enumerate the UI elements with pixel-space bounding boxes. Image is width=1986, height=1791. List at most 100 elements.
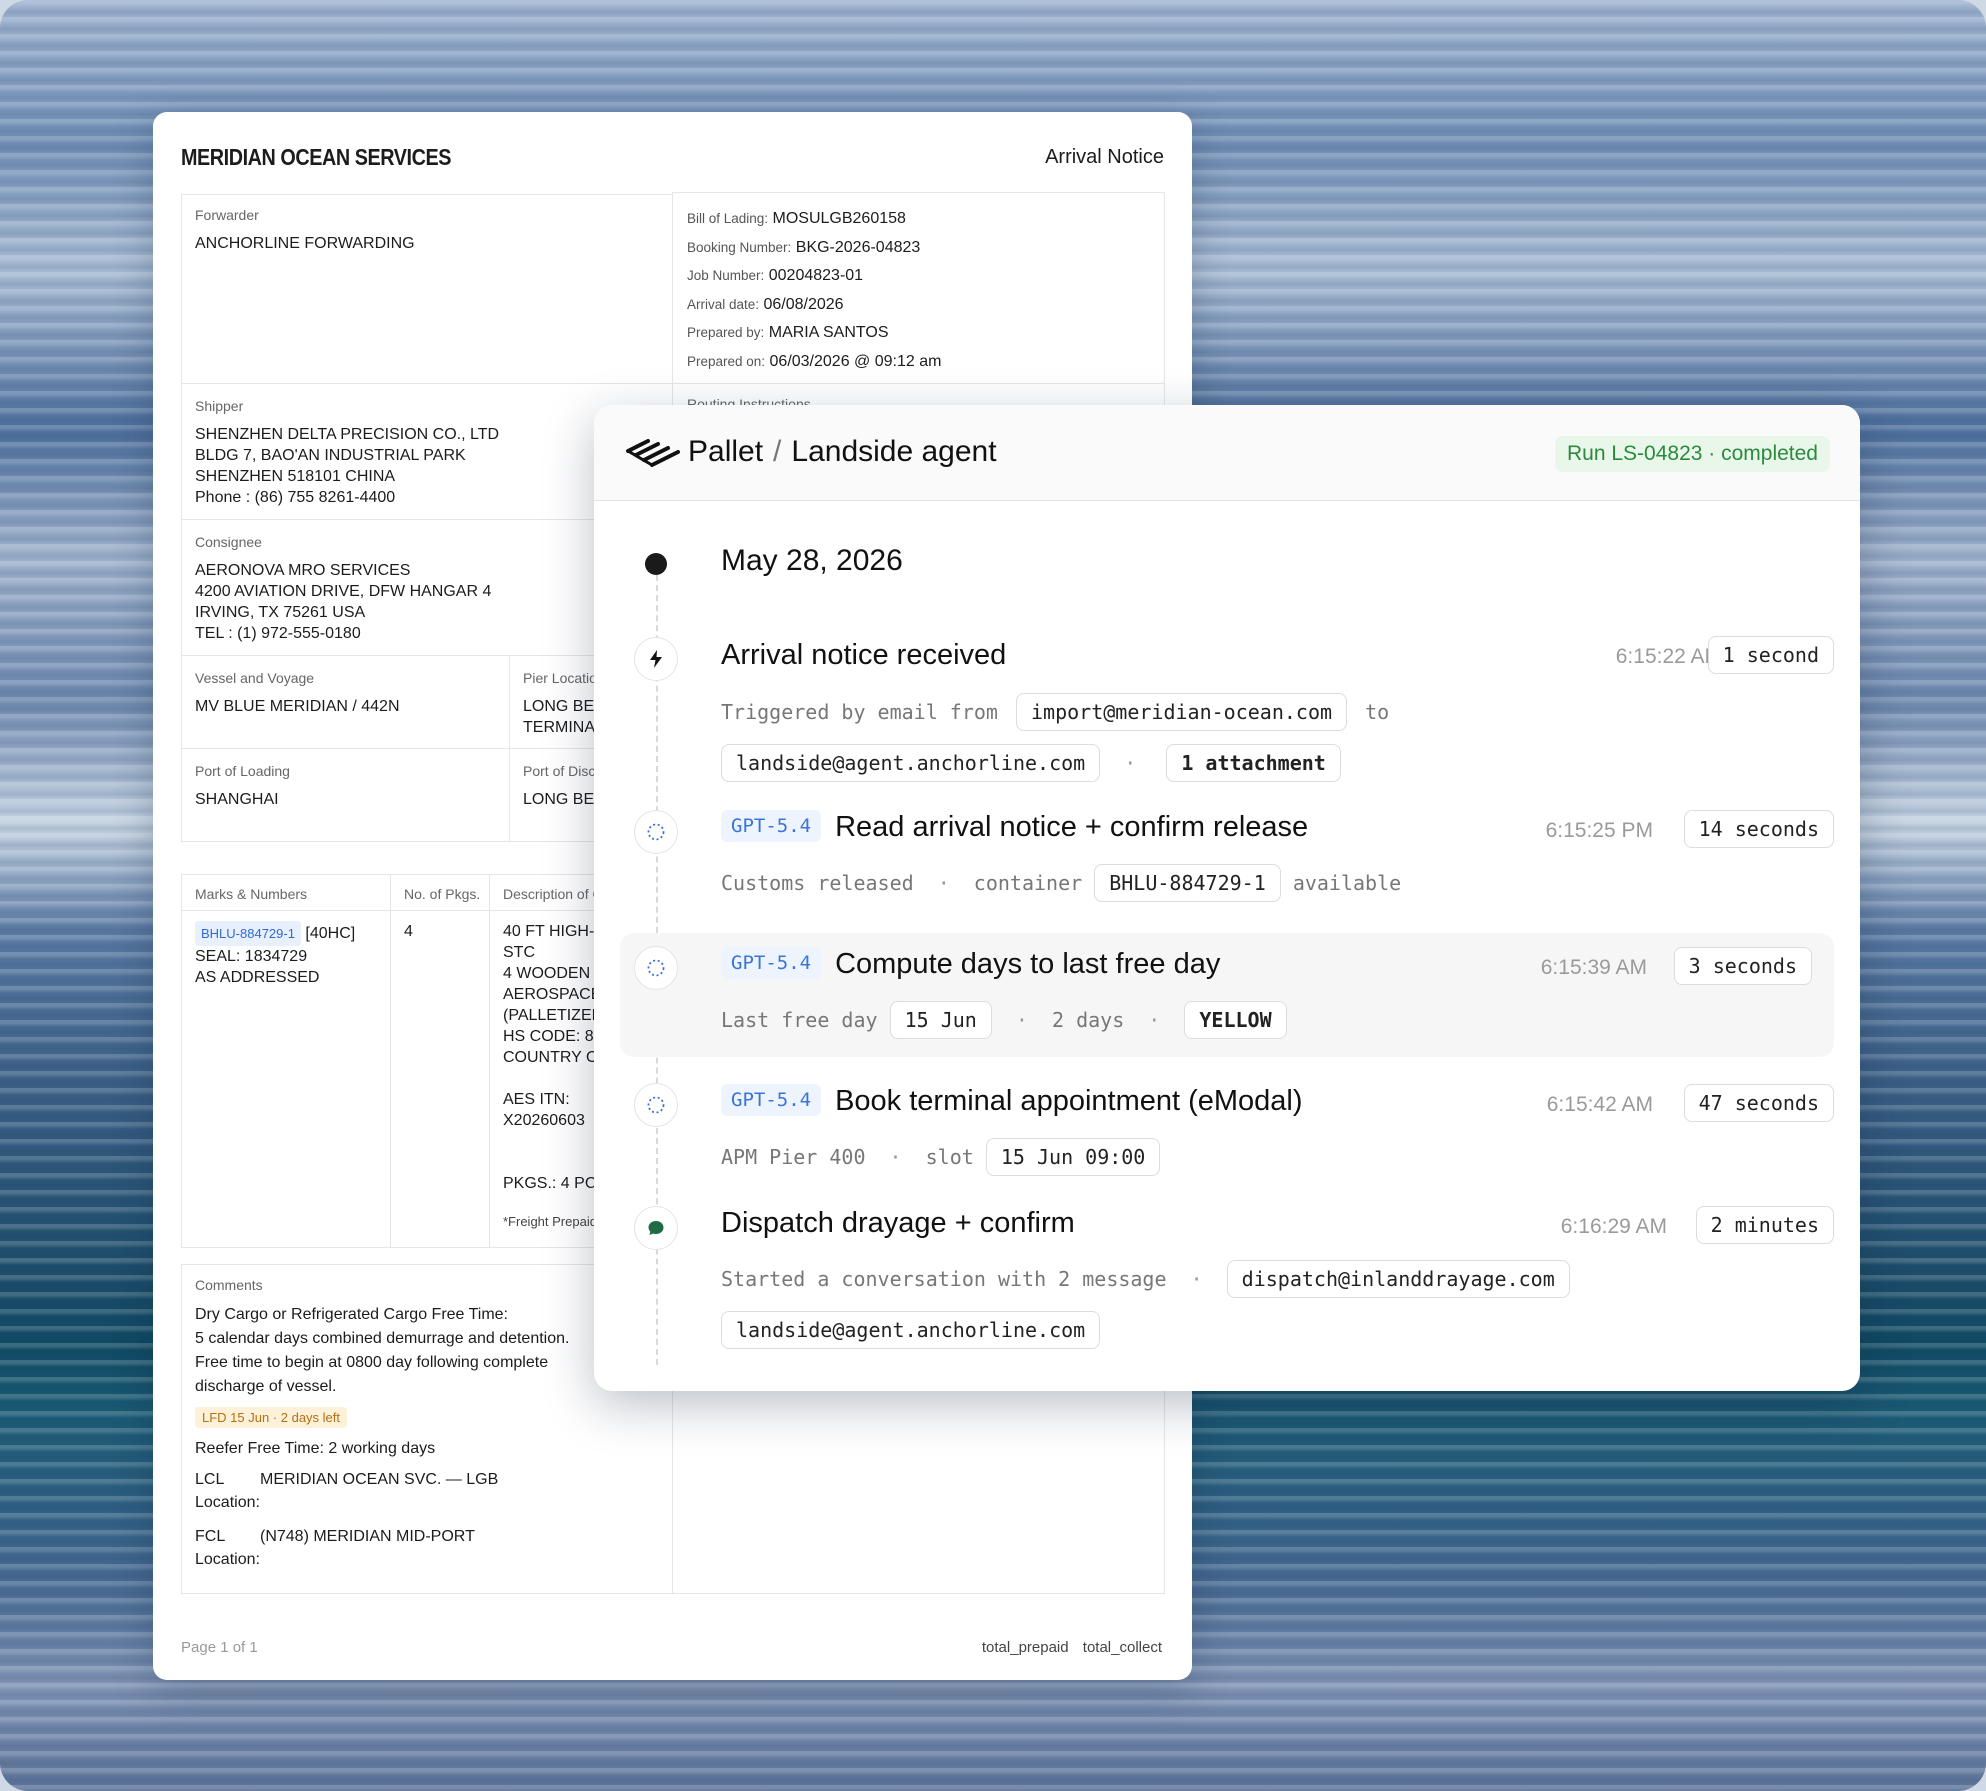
pallet-logo-icon [626, 439, 680, 467]
prepared-by-value: MARIA SANTOS [768, 324, 889, 341]
job-value: 00204823-01 [768, 267, 864, 284]
prepared-by-label: Prepared by: [687, 325, 765, 340]
sender-email-chip[interactable]: import@meridian-ocean.com [1016, 693, 1348, 731]
sender-email-chip[interactable]: landside@agent.anchorline.com [721, 1311, 1101, 1349]
bolt-icon [634, 637, 678, 681]
fcl-label: FCL [195, 1528, 226, 1545]
shipper-label: Shipper [195, 398, 244, 414]
step-title-text: Read arrival notice + confirm release [835, 811, 1309, 843]
detail-text: available [1292, 871, 1402, 895]
shipper-line: Phone : (86) 755 8261-4400 [195, 489, 396, 506]
step-title[interactable]: GPT-5.4 Compute days to last free day [721, 947, 1220, 981]
attachment-chip[interactable]: 1 attachment [1166, 744, 1341, 782]
step-detail: Started a conversation with 2 message · … [721, 1260, 1570, 1298]
detail-text: container [973, 871, 1083, 895]
booking-value: BKG-2026-04823 [795, 238, 921, 256]
forwarder-value: ANCHORLINE FORWARDING [195, 235, 415, 252]
marks-column: Marks & Numbers BHLU-884729-1 [40HC] SEA… [181, 874, 391, 1248]
lfd-tag: LFD 15 Jun · 2 days left [195, 1407, 348, 1428]
consignee-line: AERONOVA MRO SERVICES [195, 562, 411, 579]
chat-bubble-icon [634, 1206, 678, 1250]
breadcrumb: Pallet / Landside agent [688, 435, 997, 469]
step-duration: 47 seconds [1683, 1084, 1834, 1122]
model-badge: GPT-5.4 [721, 947, 822, 979]
document-title: Arrival Notice [1045, 146, 1164, 168]
status-chip[interactable]: YELLOW [1184, 1001, 1287, 1039]
company-name: MERIDIAN OCEAN SERVICES [181, 144, 452, 170]
location-label: Location: [195, 1494, 260, 1511]
spinner-icon [634, 810, 678, 854]
prepared-on-value: 06/03/2026 @ 09:12 am [769, 352, 942, 370]
separator-dot: · [937, 871, 950, 895]
step-title[interactable]: GPT-5.4 Read arrival notice + confirm rel… [721, 810, 1308, 844]
model-badge: GPT-5.4 [721, 810, 822, 842]
container-chip[interactable]: BHLU-884729-1 [1094, 864, 1281, 902]
detail-text: Last free day [721, 1008, 878, 1032]
panel-header: Pallet / Landside agent Run LS-04823 · com… [594, 405, 1860, 501]
location-label: Location: [195, 1551, 260, 1568]
pol-box: Port of Loading SHANGHAI [181, 748, 510, 842]
agent-run-panel: Pallet / Landside agent Run LS-04823 · com… [594, 405, 1860, 1391]
bol-label: Bill of Lading: [687, 211, 769, 226]
recipient-email-chip[interactable]: dispatch@inlanddrayage.com [1226, 1260, 1570, 1298]
agent-name[interactable]: Landside agent [791, 435, 996, 468]
step-detail: Triggered by email from import@meridian-… [721, 693, 1389, 731]
vessel-label: Vessel and Voyage [195, 670, 315, 686]
spinner-icon [634, 1083, 678, 1127]
step-time: 6:15:39 AM [1540, 956, 1647, 979]
step-time: 6:16:29 AM [1560, 1215, 1667, 1238]
step-duration: 2 minutes [1695, 1206, 1834, 1244]
step-duration: 14 seconds [1683, 810, 1834, 848]
step-title-text: Book terminal appointment (eModal) [835, 1085, 1303, 1117]
consignee-label: Consignee [195, 534, 262, 550]
shipper-line: SHENZHEN 518101 CHINA [195, 468, 396, 485]
totals-footer: total_prepaid total_collect [972, 1639, 1162, 1656]
appointment-slot-chip[interactable]: 15 Jun 09:00 [985, 1138, 1161, 1176]
job-label: Job Number: [687, 268, 765, 283]
step-detail: Customs released · container BHLU-884729… [721, 864, 1401, 902]
separator-dot: · [1015, 1008, 1028, 1032]
timeline-dot [645, 553, 667, 575]
booking-label: Booking Number: [687, 239, 792, 255]
step-time: 6:15:25 PM [1545, 819, 1653, 842]
model-badge: GPT-5.4 [721, 1084, 822, 1116]
reefer-line: Reefer Free Time: 2 working days [195, 1440, 436, 1457]
seal-value: SEAL: 1834729 [195, 948, 308, 965]
brand-name[interactable]: Pallet [688, 435, 763, 468]
step-title[interactable]: Arrival notice received [721, 639, 1006, 672]
last-free-day-chip[interactable]: 15 Jun [889, 1001, 992, 1039]
spinner-icon [634, 946, 678, 990]
lcl-value: MERIDIAN OCEAN SVC. — LGB [260, 1471, 499, 1488]
step-time: 6:15:22 AM [1615, 645, 1722, 668]
step-detail: landside@agent.anchorline.com · 1 attach… [721, 744, 1341, 782]
shipper-line: BLDG 7, BAO'AN INDUSTRIAL PARK [195, 447, 466, 464]
forwarder-label: Forwarder [195, 207, 259, 223]
page-indicator: Page 1 of 1 [181, 1639, 258, 1656]
consignee-line: 4200 AVIATION DRIVE, DFW HANGAR 4 [195, 583, 492, 600]
recipient-email-chip[interactable]: landside@agent.anchorline.com [721, 744, 1101, 782]
step-detail: Last free day 15 Jun · 2 days · YELLOW [721, 1001, 1287, 1039]
consignee-line: IRVING, TX 75261 USA [195, 604, 366, 621]
step-detail: APM Pier 400 · slot 15 Jun 09:00 [721, 1138, 1161, 1176]
step-title[interactable]: GPT-5.4 Book terminal appointment (eModal… [721, 1084, 1303, 1118]
separator-dot: · [1190, 1267, 1203, 1291]
detail-text: slot [925, 1145, 974, 1169]
detail-text: to [1365, 700, 1390, 724]
arrival-label: Arrival date: [687, 296, 760, 312]
detail-text: APM Pier 400 [721, 1145, 866, 1169]
references-box: Bill of Lading: MOSULGB260158 Booking Nu… [672, 192, 1165, 384]
breadcrumb-separator: / [773, 435, 782, 468]
separator-dot: · [889, 1145, 902, 1169]
container-tag[interactable]: BHLU-884729-1 [195, 921, 301, 946]
total-collect: total_collect [1082, 1639, 1162, 1656]
consignee-line: TEL : (1) 972-555-0180 [195, 625, 361, 642]
forwarder-box: Forwarder ANCHORLINE FORWARDING [181, 194, 673, 384]
shipper-line: SHENZHEN DELTA PRECISION CO., LTD [195, 426, 500, 443]
pkgs-value: 4 [404, 923, 413, 940]
step-title[interactable]: Dispatch drayage + confirm [721, 1207, 1075, 1240]
vessel-box: Vessel and Voyage MV BLUE MERIDIAN / 442… [181, 655, 510, 749]
fcl-value: (N748) MERIDIAN MID-PORT [260, 1528, 475, 1545]
step-title-text: Compute days to last free day [835, 948, 1221, 980]
marks-header: Marks & Numbers [195, 886, 308, 902]
detail-text: Customs released [721, 871, 914, 895]
